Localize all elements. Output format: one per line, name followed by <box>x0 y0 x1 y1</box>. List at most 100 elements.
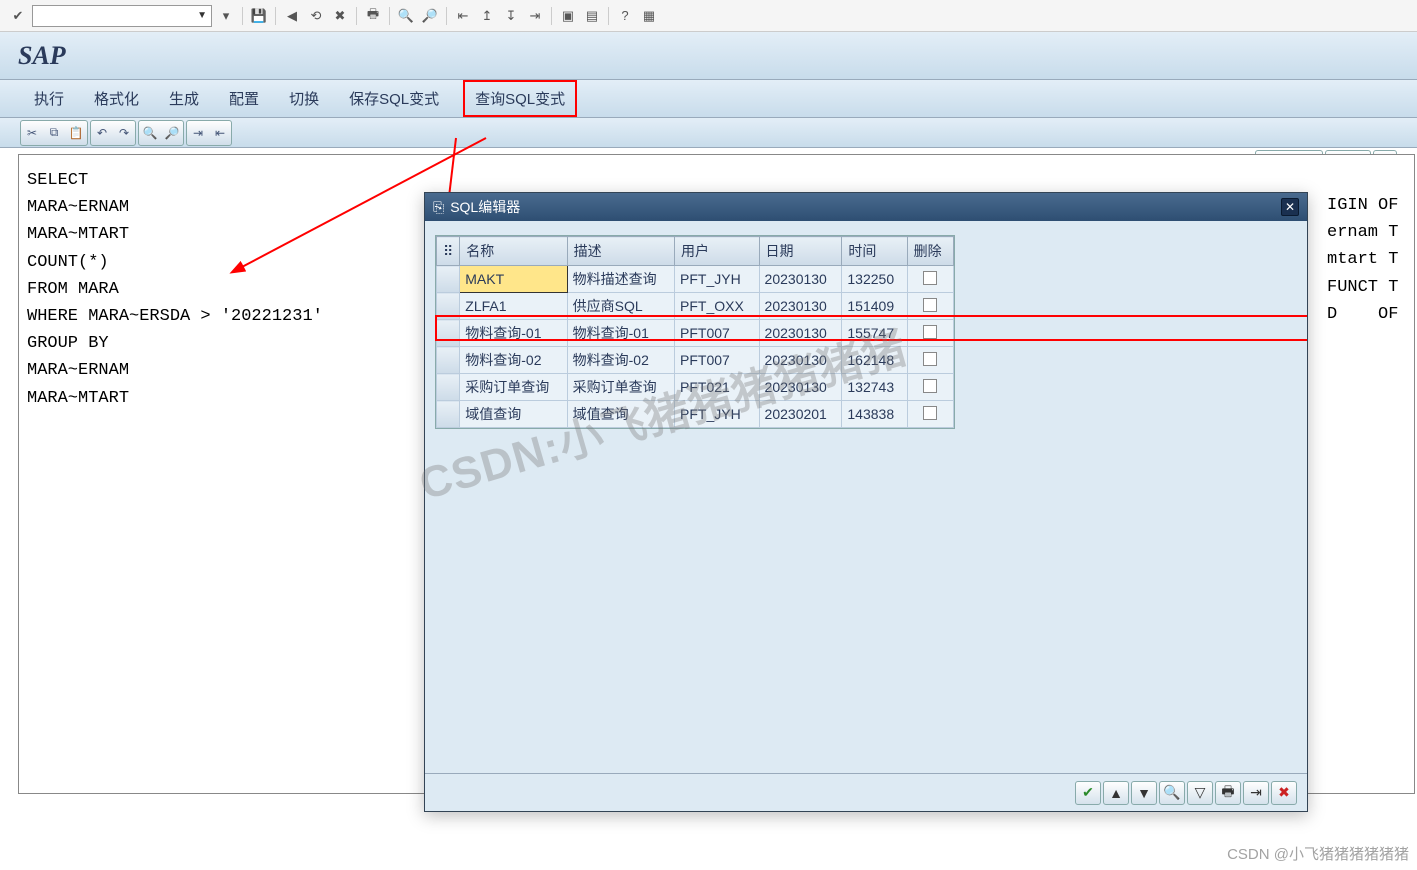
dialog-title-text: SQL编辑器 <box>450 197 520 217</box>
table-row[interactable]: ZLFA1供应商SQLPFT_OXX20230130151409 <box>437 293 954 320</box>
save-icon[interactable]: 💾 <box>249 6 269 26</box>
cell-desc: 物料查询-02 <box>567 347 674 374</box>
cell-delete[interactable] <box>907 320 953 347</box>
cell-name[interactable]: 域值查询 <box>460 401 567 428</box>
shortcut-icon[interactable]: ▤ <box>582 6 602 26</box>
menu-switch[interactable]: 切换 <box>283 85 325 112</box>
binoculars-next-icon[interactable]: 🔎 <box>162 122 182 144</box>
table-row[interactable]: 物料查询-01物料查询-01PFT00720230130155747 <box>437 320 954 347</box>
table-row[interactable]: 采购订单查询采购订单查询PFT02120230130132743 <box>437 374 954 401</box>
dropdown-arrow-icon[interactable]: ▾ <box>216 6 236 26</box>
ok-button[interactable]: ✔ <box>1075 781 1101 805</box>
variant-grid[interactable]: ⠿ 名称 描述 用户 日期 时间 删除 MAKT物料描述查询PFT_JYH202… <box>435 235 955 429</box>
row-handle[interactable] <box>437 266 460 293</box>
layout-icon[interactable]: ▦ <box>639 6 659 26</box>
menu-bar: 执行 格式化 生成 配置 切换 保存SQL变式 查询SQL变式 <box>0 80 1417 118</box>
row-handle[interactable] <box>437 293 460 320</box>
redo-icon[interactable]: ↷ <box>114 122 134 144</box>
cell-user: PFT_JYH <box>675 401 760 428</box>
paste-icon[interactable]: 📋 <box>66 122 86 144</box>
cell-user: PFT007 <box>675 320 760 347</box>
new-session-icon[interactable]: ▣ <box>558 6 578 26</box>
cut-icon[interactable]: ✂ <box>22 122 42 144</box>
menu-format[interactable]: 格式化 <box>88 85 145 112</box>
menu-query-variant[interactable]: 查询SQL变式 <box>463 80 577 117</box>
footer-watermark: CSDN @小飞猪猪猪猪猪猪 <box>1227 843 1409 864</box>
cell-date: 20230130 <box>759 266 842 293</box>
menu-config[interactable]: 配置 <box>223 85 265 112</box>
io-group: ⇥ ⇤ <box>186 120 232 146</box>
transaction-dropdown[interactable]: ▼ <box>32 5 212 27</box>
cell-name[interactable]: ZLFA1 <box>460 293 567 320</box>
undo-icon[interactable]: ↶ <box>92 122 112 144</box>
cancel-icon[interactable]: ✖ <box>330 6 350 26</box>
cell-desc: 采购订单查询 <box>567 374 674 401</box>
filter-button[interactable]: ▽ <box>1187 781 1213 805</box>
col-time[interactable]: 时间 <box>842 237 907 266</box>
cell-user: PFT_JYH <box>675 266 760 293</box>
cell-delete[interactable] <box>907 347 953 374</box>
next-page-icon[interactable]: ↧ <box>501 6 521 26</box>
cell-delete[interactable] <box>907 401 953 428</box>
right-code-panel: IGIN OF ernam T mtart T FUNCT T D OF <box>1327 188 1417 328</box>
copy-icon[interactable]: ⧉ <box>44 122 64 144</box>
cell-delete[interactable] <box>907 374 953 401</box>
help-icon[interactable]: ? <box>615 6 635 26</box>
sort-asc-button[interactable]: ▲ <box>1103 781 1129 805</box>
find-icon[interactable]: 🔍 <box>396 6 416 26</box>
menu-save-variant[interactable]: 保存SQL变式 <box>343 85 445 112</box>
export-icon[interactable]: ⇤ <box>210 122 230 144</box>
print-icon[interactable]: 🖶 <box>363 6 383 26</box>
cell-delete[interactable] <box>907 266 953 293</box>
cell-time: 155747 <box>842 320 907 347</box>
cell-desc: 物料查询-01 <box>567 320 674 347</box>
cell-time: 151409 <box>842 293 907 320</box>
dialog-icon: ⎘ <box>433 199 444 216</box>
close-icon[interactable]: ✕ <box>1281 198 1299 216</box>
accept-icon[interactable]: ✔ <box>8 6 28 26</box>
system-toolbar: ✔ ▼ ▾ 💾 ◀ ⟲ ✖ 🖶 🔍 🔎 ⇤ ↥ ↧ ⇥ ▣ ▤ ? ▦ <box>0 0 1417 32</box>
cell-date: 20230130 <box>759 320 842 347</box>
row-handle[interactable] <box>437 320 460 347</box>
cell-delete[interactable] <box>907 293 953 320</box>
row-handle[interactable] <box>437 401 460 428</box>
editor-toolbar: ✂ ⧉ 📋 ↶ ↷ 🔍 🔎 ⇥ ⇤ <box>0 118 1417 148</box>
row-handle[interactable] <box>437 374 460 401</box>
cell-desc: 物料描述查询 <box>567 266 674 293</box>
table-row[interactable]: 物料查询-02物料查询-02PFT00720230130162148 <box>437 347 954 374</box>
col-desc[interactable]: 描述 <box>567 237 674 266</box>
import-icon[interactable]: ⇥ <box>188 122 208 144</box>
undo-group: ↶ ↷ <box>90 120 136 146</box>
col-date[interactable]: 日期 <box>759 237 842 266</box>
col-user[interactable]: 用户 <box>675 237 760 266</box>
find-next-icon[interactable]: 🔎 <box>420 6 440 26</box>
back-icon[interactable]: ◀ <box>282 6 302 26</box>
menu-generate[interactable]: 生成 <box>163 85 205 112</box>
col-name[interactable]: 名称 <box>460 237 567 266</box>
find-button[interactable]: 🔍 <box>1159 781 1185 805</box>
menu-execute[interactable]: 执行 <box>28 85 70 112</box>
sql-editor-dialog: ⎘ SQL编辑器 ✕ ⠿ 名称 描述 用户 日期 时间 删除 MAKT物料描述查… <box>424 192 1308 812</box>
prev-page-icon[interactable]: ↥ <box>477 6 497 26</box>
cell-date: 20230130 <box>759 374 842 401</box>
cell-desc: 供应商SQL <box>567 293 674 320</box>
sort-desc-button[interactable]: ▼ <box>1131 781 1157 805</box>
cell-user: PFT_OXX <box>675 293 760 320</box>
cell-name[interactable]: 采购订单查询 <box>460 374 567 401</box>
cancel-button[interactable]: ✖ <box>1271 781 1297 805</box>
binoculars-icon[interactable]: 🔍 <box>140 122 160 144</box>
cell-name[interactable]: 物料查询-01 <box>460 320 567 347</box>
col-select[interactable]: ⠿ <box>437 237 460 266</box>
print-button[interactable]: 🖶 <box>1215 781 1241 805</box>
last-page-icon[interactable]: ⇥ <box>525 6 545 26</box>
col-delete[interactable]: 删除 <box>907 237 953 266</box>
cell-name[interactable]: 物料查询-02 <box>460 347 567 374</box>
first-page-icon[interactable]: ⇤ <box>453 6 473 26</box>
row-handle[interactable] <box>437 347 460 374</box>
dialog-titlebar[interactable]: ⎘ SQL编辑器 ✕ <box>425 193 1307 221</box>
exit-icon[interactable]: ⟲ <box>306 6 326 26</box>
cell-name[interactable]: MAKT <box>460 266 567 293</box>
table-row[interactable]: 域值查询域值查询PFT_JYH20230201143838 <box>437 401 954 428</box>
export-button[interactable]: ⇥ <box>1243 781 1269 805</box>
table-row[interactable]: MAKT物料描述查询PFT_JYH20230130132250 <box>437 266 954 293</box>
